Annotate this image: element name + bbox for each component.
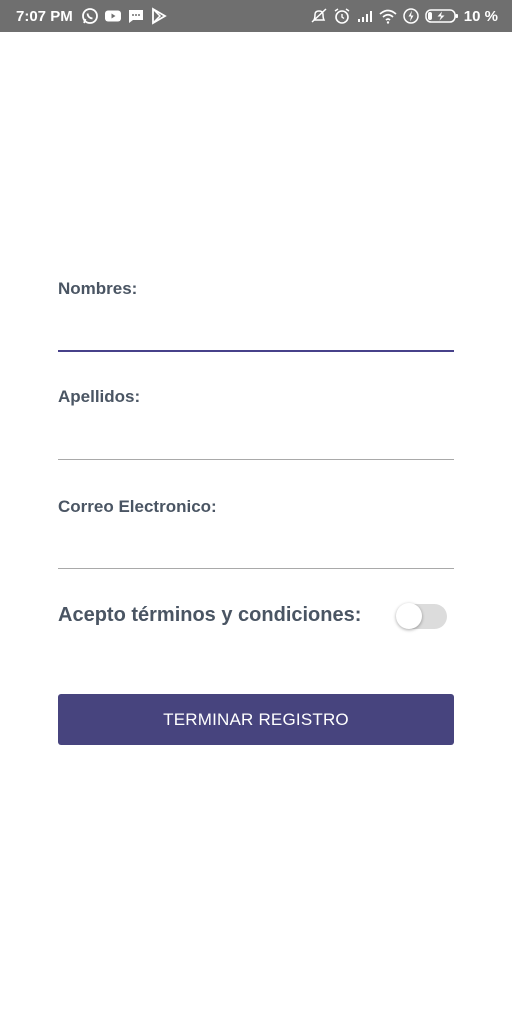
nombres-underline bbox=[58, 350, 454, 352]
nombres-label: Nombres: bbox=[58, 279, 138, 298]
message-icon bbox=[127, 7, 145, 25]
battery-percent: 10 % bbox=[463, 7, 498, 25]
nombres-input[interactable] bbox=[58, 315, 454, 349]
battery-icon bbox=[425, 7, 459, 25]
correo-label: Correo Electronico: bbox=[58, 497, 217, 516]
charging-icon bbox=[402, 7, 420, 25]
apellidos-label: Apellidos: bbox=[58, 387, 141, 406]
terms-label: Acepto términos y condiciones: bbox=[58, 604, 362, 626]
status-bar: 7:07 PM 10 % bbox=[0, 0, 512, 32]
status-bar-right: 10 % bbox=[310, 7, 498, 25]
toggle-thumb bbox=[396, 603, 422, 629]
youtube-icon bbox=[104, 7, 122, 25]
bell-off-icon bbox=[310, 7, 328, 25]
apellidos-underline bbox=[58, 459, 454, 460]
play-store-icon bbox=[150, 7, 168, 25]
correo-underline bbox=[58, 568, 454, 569]
apellidos-input[interactable] bbox=[58, 424, 454, 458]
correo-input[interactable] bbox=[58, 533, 454, 567]
whatsapp-icon bbox=[81, 7, 99, 25]
status-bar-left: 7:07 PM bbox=[16, 7, 168, 25]
terminar-registro-button[interactable]: TERMINAR REGISTRO bbox=[58, 694, 454, 745]
signal-icon bbox=[356, 7, 374, 25]
wifi-icon bbox=[379, 7, 397, 25]
terms-toggle[interactable] bbox=[396, 602, 447, 629]
alarm-icon bbox=[333, 7, 351, 25]
status-time: 7:07 PM bbox=[16, 7, 73, 25]
